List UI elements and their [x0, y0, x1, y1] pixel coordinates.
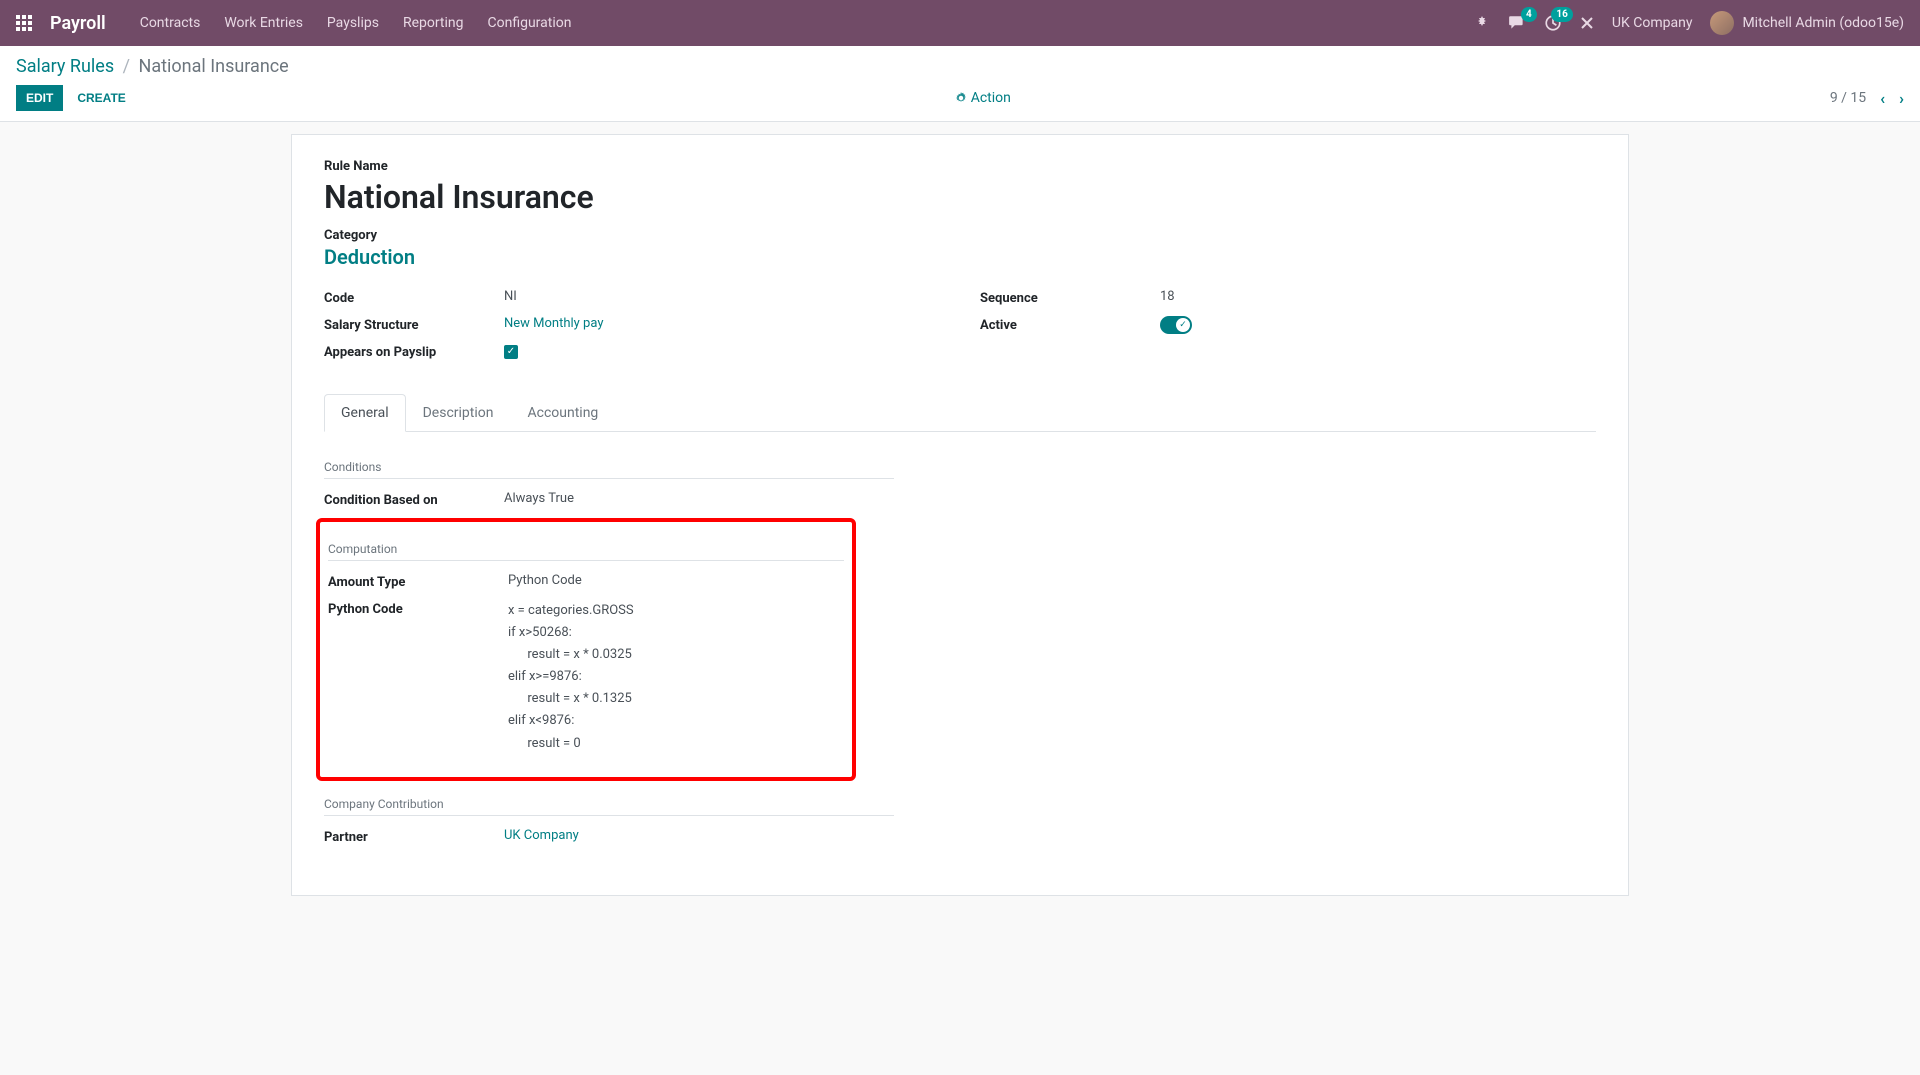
partner-value[interactable]: UK Company [504, 828, 894, 843]
debug-icon[interactable] [1474, 15, 1490, 31]
top-navbar: Payroll Contracts Work Entries Payslips … [0, 0, 1920, 46]
create-button[interactable]: Create [67, 85, 135, 111]
messages-badge: 4 [1521, 7, 1537, 22]
tab-accounting[interactable]: Accounting [510, 394, 615, 432]
partner-label: Partner [324, 828, 504, 845]
salary-structure-label: Salary Structure [324, 316, 504, 333]
nav-configuration[interactable]: Configuration [488, 15, 572, 31]
python-code-value: x = categories.GROSS if x>50268: result … [508, 600, 844, 755]
pager: 9 / 15 ‹ › [1830, 89, 1904, 108]
nav-contracts[interactable]: Contracts [140, 15, 201, 31]
control-bar: Salary Rules / National Insurance Edit C… [0, 46, 1920, 122]
python-code-label: Python Code [328, 600, 508, 617]
amount-type-label: Amount Type [328, 573, 508, 590]
active-toggle[interactable] [1160, 316, 1192, 334]
sequence-label: Sequence [980, 289, 1160, 306]
active-label: Active [980, 316, 1160, 333]
action-label: Action [971, 90, 1011, 106]
category-label: Category [324, 228, 1596, 243]
appears-on-payslip-checkbox: ✓ [504, 345, 518, 359]
company-contribution-section-title: Company Contribution [324, 797, 894, 816]
breadcrumb-current: National Insurance [139, 56, 289, 77]
breadcrumb-sep: / [123, 56, 130, 77]
pager-next[interactable]: › [1899, 89, 1904, 108]
nav-work-entries[interactable]: Work Entries [224, 15, 303, 31]
condition-based-value: Always True [504, 491, 894, 506]
nav-reporting[interactable]: Reporting [403, 15, 464, 31]
pager-prev[interactable]: ‹ [1880, 89, 1885, 108]
edit-button[interactable]: Edit [16, 85, 63, 111]
category-value[interactable]: Deduction [324, 245, 1596, 269]
amount-type-value: Python Code [508, 573, 844, 588]
conditions-section-title: Conditions [324, 460, 894, 479]
gear-icon [955, 92, 967, 104]
activities-icon[interactable]: 16 [1544, 14, 1562, 32]
app-title[interactable]: Payroll [50, 13, 106, 34]
pager-text: 9 / 15 [1830, 90, 1866, 106]
company-selector[interactable]: UK Company [1612, 15, 1693, 31]
code-value: NI [504, 289, 940, 304]
tabs: General Description Accounting [324, 394, 1596, 432]
breadcrumb: Salary Rules / National Insurance [16, 56, 1904, 77]
user-name: Mitchell Admin (odoo15e) [1742, 15, 1904, 31]
breadcrumb-parent[interactable]: Salary Rules [16, 56, 114, 77]
code-label: Code [324, 289, 504, 306]
user-menu[interactable]: Mitchell Admin (odoo15e) [1710, 11, 1904, 35]
close-icon[interactable] [1580, 16, 1594, 30]
messages-icon[interactable]: 4 [1508, 14, 1526, 32]
sequence-value: 18 [1160, 289, 1596, 304]
rule-name-value: National Insurance [324, 178, 1596, 216]
tab-general[interactable]: General [324, 394, 406, 432]
nav-payslips[interactable]: Payslips [327, 15, 379, 31]
rule-name-label: Rule Name [324, 159, 1596, 174]
appears-on-payslip-label: Appears on Payslip [324, 343, 504, 360]
action-dropdown[interactable]: Action [955, 90, 1011, 106]
tab-description[interactable]: Description [406, 394, 511, 432]
avatar [1710, 11, 1734, 35]
condition-based-label: Condition Based on [324, 491, 504, 508]
salary-structure-value[interactable]: New Monthly pay [504, 316, 940, 331]
computation-section-title: Computation [328, 542, 844, 561]
form-sheet: Rule Name National Insurance Category De… [291, 134, 1629, 896]
computation-highlight: Computation Amount Type Python Code Pyth… [316, 518, 856, 781]
apps-icon[interactable] [16, 15, 32, 31]
activities-badge: 16 [1551, 7, 1572, 22]
